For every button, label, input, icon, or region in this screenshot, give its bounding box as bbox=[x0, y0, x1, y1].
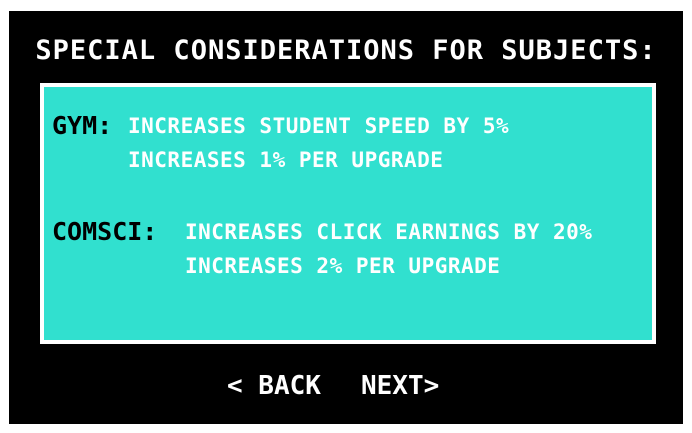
subject-name-comsci: COMSCI: bbox=[52, 217, 158, 246]
subject-effect: INCREASES 2% PER UPGRADE bbox=[185, 254, 501, 278]
game-screen: SPECIAL CONSIDERATIONS FOR SUBJECTS: GYM… bbox=[9, 11, 683, 424]
subject-effect: INCREASES 1% PER UPGRADE bbox=[128, 148, 444, 172]
subject-name-gym: GYM: bbox=[52, 111, 113, 140]
subject-effect: INCREASES CLICK EARNINGS BY 20% bbox=[185, 220, 593, 244]
next-button[interactable]: NEXT> bbox=[361, 371, 439, 401]
screen-title: SPECIAL CONSIDERATIONS FOR SUBJECTS: bbox=[35, 35, 657, 66]
subjects-panel: GYM: INCREASES STUDENT SPEED BY 5% INCRE… bbox=[40, 83, 656, 344]
back-button[interactable]: < BACK bbox=[227, 371, 321, 401]
subject-effect: INCREASES STUDENT SPEED BY 5% bbox=[128, 114, 510, 138]
